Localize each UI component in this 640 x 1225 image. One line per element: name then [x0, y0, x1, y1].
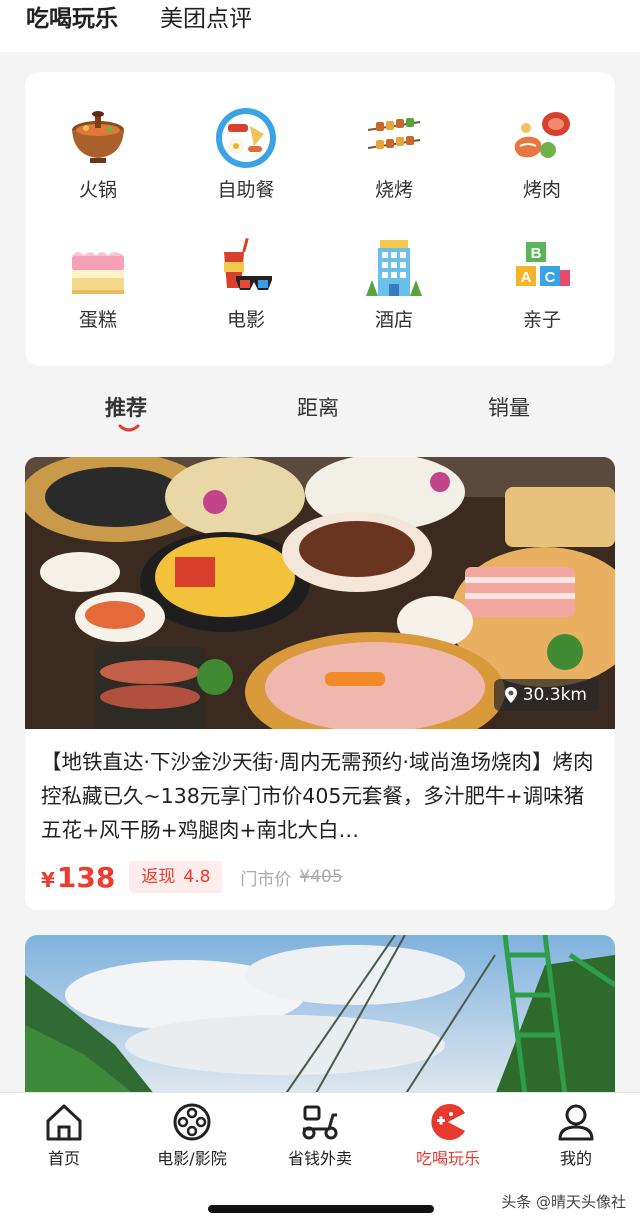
sort-tab-label: 销量 [488, 396, 530, 420]
category-label: 酒店 [374, 309, 413, 331]
category-label: 蛋糕 [78, 309, 117, 331]
deal-title: 【地铁直达·下沙金沙天街·周内无需预约·域尚渔场烧肉】烤肉控私藏已久~138元享… [41, 750, 594, 842]
sort-tab-label: 距离 [297, 396, 339, 420]
deal-price: ¥ 138 [41, 861, 115, 894]
sort-tab-sales[interactable]: 销量 [488, 394, 530, 422]
svg-text:C: C [545, 269, 556, 286]
sort-tab-recommended[interactable]: 推荐 [105, 394, 147, 422]
top-tab-bar: 吃喝玩乐 美团点评 [0, 0, 640, 52]
active-sort-indicator [118, 424, 140, 432]
nav-label: 电影/影院 [157, 1149, 227, 1168]
bottom-nav: 首页 电影/影院 省钱外卖 吃喝玩乐 我的 头条 @晴天头像社 [0, 1092, 640, 1225]
deal-card-2[interactable] [25, 935, 615, 1095]
user-icon [558, 1104, 594, 1141]
tab-meituan-dianping[interactable]: 美团点评 [160, 4, 252, 34]
scooter-icon [302, 1105, 338, 1140]
price-value: 138 [56, 860, 116, 894]
category-parent-child[interactable]: B A C 亲子 [487, 236, 597, 332]
category-label: 烧烤 [374, 179, 413, 201]
category-grilled-meat[interactable]: 烤肉 [487, 106, 597, 202]
home-indicator[interactable] [208, 1205, 434, 1213]
pacman-icon [431, 1104, 465, 1140]
category-bbq[interactable]: 烧烤 [339, 106, 449, 202]
original-price-label: 门市价 [240, 869, 292, 890]
cashback-label: 返现 [141, 867, 176, 887]
cake-icon [72, 252, 124, 294]
abc-blocks-icon: B A C [516, 242, 570, 286]
nav-label: 吃喝玩乐 [415, 1149, 480, 1168]
category-label: 自助餐 [217, 179, 275, 201]
cashback-badge: 返现 4.8 [129, 861, 223, 893]
svg-text:A: A [521, 269, 532, 286]
currency-symbol: ¥ [41, 867, 55, 892]
home-icon [46, 1104, 82, 1141]
buffet-icon [216, 108, 276, 168]
sort-tab-distance[interactable]: 距离 [297, 394, 339, 422]
deal-photo-2 [25, 935, 615, 1095]
category-buffet[interactable]: 自助餐 [191, 106, 301, 202]
deal-card[interactable]: 30.3km 【地铁直达·下沙金沙天街·周内无需预约·域尚渔场烧肉】烤肉控私藏已… [25, 457, 615, 910]
category-label: 电影 [226, 309, 265, 331]
movie-icon [224, 237, 272, 290]
nav-movies[interactable]: 电影/影院 [128, 1101, 256, 1169]
nav-label: 我的 [559, 1149, 592, 1168]
category-hotel[interactable]: 酒店 [339, 236, 449, 332]
tab-label: 美团点评 [160, 6, 252, 32]
category-label: 烤肉 [522, 179, 561, 201]
category-label: 亲子 [522, 309, 561, 331]
hotel-icon [366, 240, 422, 296]
category-panel: 火锅 自助餐 烧烤 烤肉 蛋糕 电影 酒店 B A C 亲子 [25, 72, 615, 366]
location-pin-icon [504, 687, 517, 703]
bbq-skewer-icon [367, 118, 421, 149]
distance-value: 30.3km [522, 685, 587, 705]
svg-text:B: B [531, 245, 542, 262]
nav-chihe-wanle[interactable]: 吃喝玩乐 [384, 1101, 512, 1169]
grilled-meat-icon [514, 112, 570, 158]
nav-label: 首页 [47, 1149, 80, 1168]
nav-mine[interactable]: 我的 [512, 1101, 640, 1169]
category-label: 火锅 [78, 179, 117, 201]
cashback-value: 4.8 [183, 867, 211, 887]
tab-label: 吃喝玩乐 [26, 6, 118, 32]
tab-chihe-wanle[interactable]: 吃喝玩乐 [26, 4, 118, 36]
category-cake[interactable]: 蛋糕 [43, 236, 153, 332]
price-row: ¥ 138 返现 4.8 门市价 ¥405 [41, 857, 343, 897]
nav-home[interactable]: 首页 [0, 1101, 128, 1169]
nav-takeout[interactable]: 省钱外卖 [256, 1101, 384, 1169]
distance-badge: 30.3km [493, 679, 599, 711]
film-reel-icon [173, 1103, 211, 1141]
category-hotpot[interactable]: 火锅 [43, 106, 153, 202]
hotpot-icon [72, 111, 124, 163]
sort-tab-label: 推荐 [105, 396, 147, 420]
nav-label: 省钱外卖 [287, 1149, 352, 1168]
watermark: 头条 @晴天头像社 [501, 1193, 626, 1211]
original-price: ¥405 [299, 867, 343, 887]
category-movie[interactable]: 电影 [191, 236, 301, 332]
